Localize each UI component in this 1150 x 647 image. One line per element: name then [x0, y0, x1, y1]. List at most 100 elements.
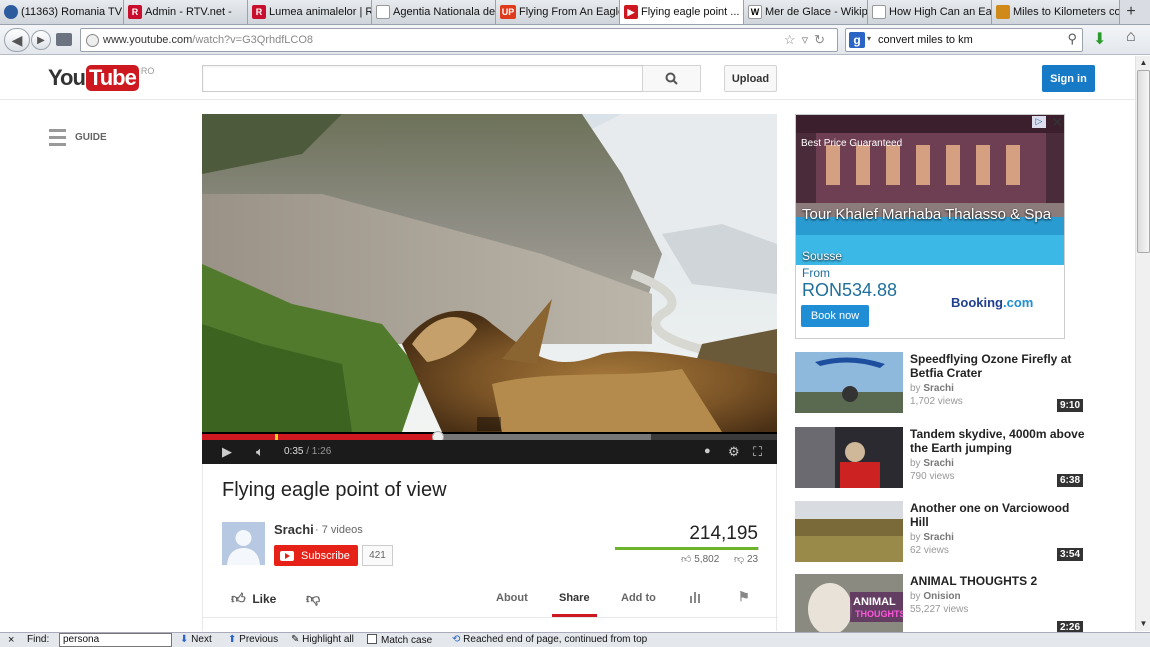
- related-title[interactable]: ANIMAL THOUGHTS 2: [910, 574, 1085, 588]
- home-icon[interactable]: ⌂: [1126, 28, 1136, 46]
- search-input[interactable]: [202, 65, 643, 92]
- tab-share[interactable]: Share: [552, 592, 597, 617]
- channel-link[interactable]: Srachi: [923, 383, 954, 394]
- highlight-all-label: Highlight all: [302, 634, 354, 645]
- url-text: www.youtube.com/watch?v=G3QrhdfLCO8: [103, 34, 313, 46]
- guide-button[interactable]: GUIDE: [49, 129, 107, 146]
- video-title: Flying eagle point of view: [222, 479, 447, 501]
- scroll-up-icon[interactable]: ▲: [1137, 56, 1150, 70]
- related-views: 790 views: [910, 471, 955, 482]
- related-views: 62 views: [910, 545, 949, 556]
- browser-tab[interactable]: WMer de Glace - Wikipe...: [744, 0, 868, 24]
- browser-tab[interactable]: Miles to Kilometers co...: [992, 0, 1120, 24]
- thumbs-up-icon: 👍︎: [231, 590, 246, 606]
- channel-name[interactable]: Srachi: [274, 522, 314, 537]
- book-now-button[interactable]: Book now: [801, 305, 869, 327]
- close-icon[interactable]: ✕: [1051, 115, 1063, 131]
- url-bar[interactable]: www.youtube.com/watch?v=G3QrhdfLCO8 ☆▿↻: [80, 28, 838, 52]
- browser-tab[interactable]: (11363) Romania TV ...: [0, 0, 124, 24]
- related-title[interactable]: Another one on Varciowood Hill: [910, 501, 1085, 529]
- tab-about[interactable]: About: [496, 592, 528, 604]
- ad-booking[interactable]: ▷ ✕ Best Price Guaranteed Tour Khalef Ma…: [795, 114, 1065, 339]
- stats-button[interactable]: [689, 590, 703, 606]
- search-icon: [665, 72, 678, 85]
- related-title[interactable]: Speedflying Ozone Firefly at Betfia Crat…: [910, 352, 1085, 380]
- stats-icon: [690, 592, 700, 603]
- channel-link[interactable]: Srachi: [923, 532, 954, 543]
- highlight-all-button[interactable]: ✎ Highlight all: [291, 634, 354, 645]
- browser-tab[interactable]: Agentia Nationala de ...: [372, 0, 496, 24]
- new-tab-button[interactable]: +: [1120, 0, 1142, 24]
- wikipedia-icon: W: [748, 5, 762, 19]
- google-icon[interactable]: g: [849, 32, 865, 48]
- related-title[interactable]: Tandem skydive, 4000m above the Earth ju…: [910, 427, 1085, 455]
- find-input[interactable]: persona: [59, 633, 172, 647]
- reload-icon[interactable]: ↻: [814, 32, 831, 47]
- channel-video-count[interactable]: · 7 videos: [315, 524, 363, 536]
- up-icon: UP: [500, 5, 516, 19]
- youtube-logo[interactable]: You Tube RO: [48, 65, 154, 91]
- url-path: /watch?v=G3QrhdfLCO8: [192, 34, 314, 46]
- channel-avatar[interactable]: [222, 522, 265, 565]
- sign-in-button[interactable]: Sign in: [1042, 65, 1095, 92]
- related-video-item[interactable]: 3:54 Another one on Varciowood Hill by S…: [795, 501, 1085, 563]
- forward-button[interactable]: ▶: [31, 30, 51, 50]
- like-ratio-bar: [615, 547, 759, 550]
- scroll-down-icon[interactable]: ▼: [1137, 617, 1150, 631]
- menu-icon: [49, 129, 66, 146]
- scrollbar-thumb[interactable]: [1137, 70, 1150, 253]
- adchoices-icon[interactable]: ▷: [1032, 116, 1046, 128]
- tab-add-to[interactable]: Add to: [621, 592, 656, 604]
- tab-label: Admin - RTV.net -: [145, 6, 232, 18]
- download-icon[interactable]: ⬇: [1093, 29, 1106, 49]
- match-case-checkbox[interactable]: Match case: [367, 634, 432, 646]
- match-case-label: Match case: [381, 635, 433, 646]
- ad-city: Sousse: [802, 249, 843, 263]
- annotations-icon[interactable]: ●: [704, 445, 711, 457]
- browser-tab[interactable]: UPFlying From An Eagle'...: [496, 0, 620, 24]
- close-find-icon[interactable]: ×: [8, 634, 14, 646]
- fullscreen-icon[interactable]: ⛶: [753, 444, 762, 460]
- browser-tab-active[interactable]: ▶Flying eagle point ...✕: [620, 0, 744, 24]
- player-controls: ▶ 🔈︎ 0:35 / 1:26 ● ⚙ ⛶: [202, 440, 777, 464]
- flag-button[interactable]: ⚑: [738, 589, 750, 605]
- channel-link[interactable]: Srachi: [923, 458, 954, 469]
- browser-tab[interactable]: R Admin - RTV.net -: [124, 0, 248, 24]
- like-button[interactable]: 👍︎ Like: [231, 590, 276, 607]
- likes-value: 5,802: [694, 554, 720, 565]
- like-label: Like: [252, 592, 277, 606]
- video-info: Flying eagle point of view Srachi · 7 vi…: [202, 464, 778, 631]
- tab-label: Flying From An Eagle'...: [519, 6, 619, 18]
- duration-badge: 9:10: [1056, 399, 1083, 412]
- related-video-item[interactable]: ANIMALTHOUGHTS 2 2:26 ANIMAL THOUGHTS 2 …: [795, 574, 1085, 636]
- star-icon[interactable]: ☆: [784, 32, 802, 47]
- find-previous-button[interactable]: ⬆ Previous: [228, 634, 278, 645]
- browser-search-box[interactable]: g ▾ convert miles to km ⚲: [845, 28, 1083, 52]
- dislike-button[interactable]: 👎︎: [306, 590, 320, 607]
- page-icon[interactable]: [56, 33, 72, 46]
- video-player[interactable]: ▶ 🔈︎ 0:35 / 1:26 ● ⚙ ⛶: [202, 114, 777, 464]
- subscribe-button[interactable]: Subscribe: [274, 545, 358, 566]
- chevron-down-icon[interactable]: ▾: [867, 34, 871, 43]
- tab-label: Lumea animalelor | R...: [269, 6, 372, 18]
- duration-badge: 6:38: [1056, 474, 1083, 487]
- gear-icon[interactable]: ⚙: [728, 444, 740, 460]
- dropdown-icon[interactable]: ▿: [802, 32, 815, 47]
- page-scrollbar[interactable]: ▲ ▼: [1135, 56, 1150, 631]
- related-channel: by Srachi: [910, 458, 954, 469]
- related-video-item[interactable]: 6:38 Tandem skydive, 4000m above the Ear…: [795, 427, 1085, 489]
- browser-tab[interactable]: How High Can an Eag...: [868, 0, 992, 24]
- search-button[interactable]: [642, 65, 701, 92]
- play-icon[interactable]: ▶: [222, 444, 232, 460]
- upload-button[interactable]: Upload: [724, 65, 777, 92]
- back-button[interactable]: ◀: [4, 28, 30, 52]
- subscribe-label: Subscribe: [301, 549, 350, 562]
- find-next-button[interactable]: ⬇ Next: [180, 634, 212, 645]
- volume-icon[interactable]: 🔈︎: [256, 444, 264, 460]
- related-video-item[interactable]: 9:10 Speedflying Ozone Firefly at Betfia…: [795, 352, 1085, 414]
- svg-text:THOUGHTS 2: THOUGHTS 2: [855, 609, 903, 619]
- channel-link[interactable]: Onision: [923, 591, 960, 602]
- browser-tab[interactable]: R Lumea animalelor | R...: [248, 0, 372, 24]
- search-icon[interactable]: ⚲: [1067, 31, 1077, 47]
- video-thumbnail: [795, 501, 903, 562]
